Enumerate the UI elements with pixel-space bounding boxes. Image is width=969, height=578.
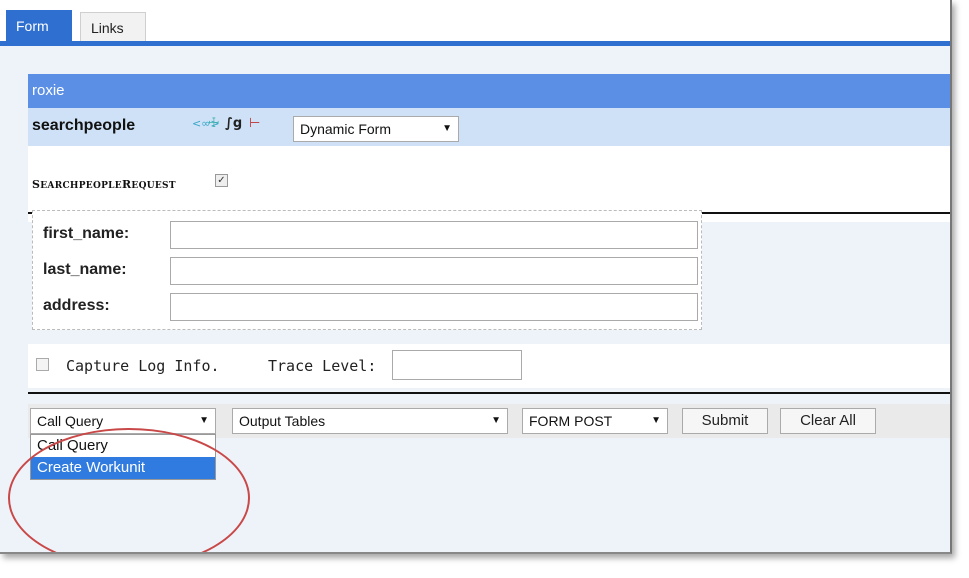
- method-select[interactable]: Call Query ▼: [30, 408, 216, 434]
- query-header: searchpeople <∞> ☩ ∫g ⊢ Dynamic Form ▼: [28, 108, 950, 146]
- options-divider: [28, 392, 950, 394]
- content-area: roxie searchpeople <∞> ☩ ∫g ⊢ Dynamic Fo…: [0, 46, 950, 552]
- first-name-input[interactable]: [170, 221, 698, 249]
- dropdown-option-call-query[interactable]: Call Query: [31, 435, 215, 457]
- graph-icon[interactable]: ⊢: [249, 116, 260, 132]
- last-name-label: last_name:: [43, 261, 127, 278]
- output-value: Output Tables: [239, 413, 326, 429]
- person-icon[interactable]: ☩: [208, 116, 220, 132]
- chevron-down-icon: ▼: [491, 415, 501, 426]
- trace-level-input[interactable]: [392, 350, 522, 380]
- action-row: Call Query ▼ Output Tables ▼ FORM POST ▼…: [28, 404, 950, 438]
- clear-all-button[interactable]: Clear All: [780, 408, 876, 434]
- chevron-down-icon: ▼: [199, 415, 209, 426]
- post-method-select[interactable]: FORM POST ▼: [522, 408, 668, 434]
- capture-log-checkbox[interactable]: [36, 358, 49, 371]
- options-row: Capture Log Info. Trace Level:: [28, 344, 950, 388]
- first-name-label: first_name:: [43, 225, 130, 242]
- last-name-input[interactable]: [170, 257, 698, 285]
- tab-bar: Form Links: [0, 0, 950, 46]
- query-name: searchpeople: [32, 117, 136, 134]
- submit-button[interactable]: Submit: [682, 408, 768, 434]
- address-input[interactable]: [170, 293, 698, 321]
- method-dropdown-list: Call Query Create Workunit: [30, 434, 216, 480]
- output-select[interactable]: Output Tables ▼: [232, 408, 508, 434]
- screen: Form Links roxie searchpeople <∞> ☩ ∫g ⊢…: [0, 0, 952, 554]
- schema-icon[interactable]: ∫g: [225, 116, 242, 132]
- capture-log-label: Capture Log Info.: [66, 357, 220, 375]
- dropdown-option-create-workunit[interactable]: Create Workunit: [31, 457, 215, 479]
- request-fields: first_name: last_name: address:: [32, 210, 702, 330]
- form-type-value: Dynamic Form: [300, 121, 392, 137]
- request-label: SEARCHPEOPLEREQUEST: [32, 178, 176, 191]
- address-label: address:: [43, 297, 110, 314]
- tab-form[interactable]: Form: [6, 10, 72, 42]
- chevron-down-icon: ▼: [651, 415, 661, 426]
- method-value: Call Query: [37, 413, 104, 429]
- request-checkbox[interactable]: ✓: [215, 174, 228, 187]
- post-method-value: FORM POST: [529, 413, 613, 429]
- chevron-down-icon: ▼: [442, 123, 452, 134]
- tab-links[interactable]: Links: [80, 12, 146, 42]
- form-type-select[interactable]: Dynamic Form ▼: [293, 116, 459, 142]
- cluster-header: roxie: [28, 74, 950, 108]
- trace-level-label: Trace Level:: [268, 357, 377, 375]
